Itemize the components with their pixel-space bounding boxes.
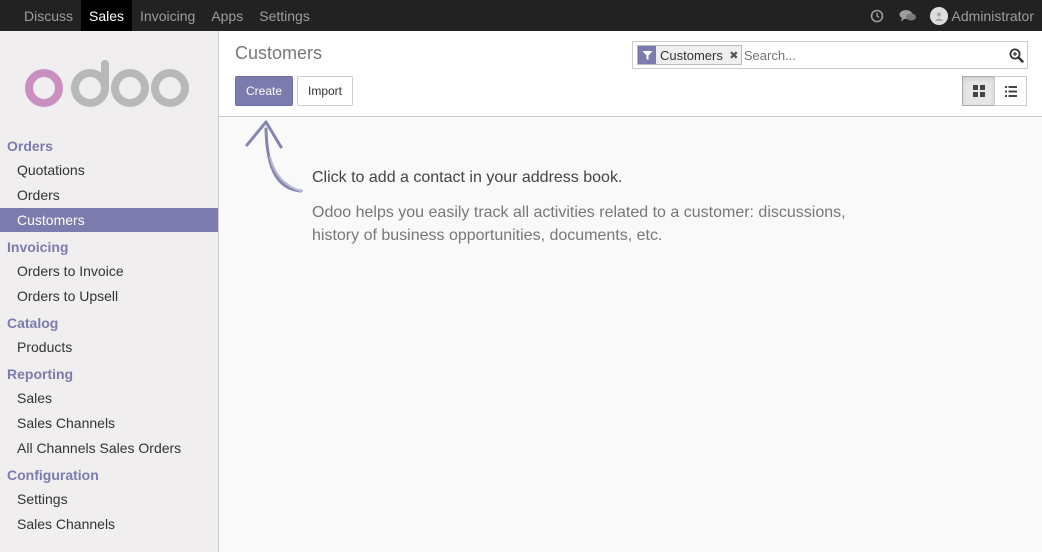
- menu-sales[interactable]: Sales: [81, 0, 133, 31]
- sidebar-section-configuration: Configuration: [7, 467, 99, 483]
- empty-help-title: Click to add a contact in your address b…: [312, 169, 623, 186]
- top-right-menu: Administrator: [862, 0, 1042, 31]
- sidebar-item-config-sales-channels[interactable]: Sales Channels: [0, 512, 218, 536]
- top-navbar: Discuss Sales Invoicing Apps Settings Ad…: [0, 0, 1042, 31]
- search-icon[interactable]: [1005, 44, 1027, 66]
- list-icon: [1004, 85, 1017, 97]
- user-name: Administrator: [951, 7, 1034, 24]
- chat-icon[interactable]: [893, 0, 924, 31]
- sidebar-item-products[interactable]: Products: [0, 335, 218, 359]
- control-panel: Customers Create Import Customers ✖: [219, 31, 1042, 117]
- menu-invoicing[interactable]: Invoicing: [132, 0, 203, 31]
- arrow-up-icon: [245, 120, 303, 193]
- empty-help-text: Odoo helps you easily track all activiti…: [312, 204, 846, 244]
- avatar: [929, 6, 948, 25]
- menu-discuss[interactable]: Discuss: [16, 0, 81, 31]
- sidebar-item-quotations[interactable]: Quotations: [0, 158, 218, 182]
- sidebar-item-orders[interactable]: Orders: [0, 183, 218, 207]
- sidebar-section-reporting: Reporting: [7, 366, 74, 382]
- sidebar-item-orders-to-upsell[interactable]: Orders to Upsell: [0, 284, 218, 308]
- sidebar-section-invoicing: Invoicing: [7, 239, 69, 255]
- odoo-logo-icon: [25, 60, 189, 107]
- sidebar-item-sales[interactable]: Sales: [0, 386, 218, 410]
- create-button[interactable]: Create: [235, 76, 293, 106]
- odoo-logo[interactable]: [0, 31, 218, 131]
- search-facet-value: Customers: [660, 47, 723, 63]
- main-content: Click to add a contact in your address b…: [219, 117, 1042, 552]
- sidebar: Orders Quotations Orders Customers Invoi…: [0, 31, 219, 552]
- sidebar-section-orders: Orders: [7, 138, 53, 154]
- import-button[interactable]: Import: [297, 76, 353, 106]
- top-menu: Discuss Sales Invoicing Apps Settings: [0, 0, 318, 31]
- sidebar-item-sales-channels[interactable]: Sales Channels: [0, 411, 218, 435]
- sidebar-item-orders-to-invoice[interactable]: Orders to Invoice: [0, 259, 218, 283]
- filter-icon: [638, 46, 656, 64]
- sidebar-item-customers[interactable]: Customers: [0, 208, 218, 232]
- sidebar-section-catalog: Catalog: [7, 315, 59, 331]
- search-input[interactable]: [743, 44, 1005, 66]
- kanban-icon: [972, 85, 985, 97]
- search-facet: Customers ✖: [637, 45, 742, 65]
- kanban-view-button[interactable]: [962, 76, 995, 106]
- sidebar-item-all-channels-sales-orders[interactable]: All Channels Sales Orders: [0, 436, 218, 460]
- facet-remove-icon[interactable]: ✖: [727, 49, 741, 62]
- view-switcher: [962, 76, 1027, 106]
- clock-icon[interactable]: [862, 0, 893, 31]
- breadcrumb: Customers: [235, 43, 323, 63]
- sidebar-item-settings[interactable]: Settings: [0, 487, 218, 511]
- menu-settings[interactable]: Settings: [251, 0, 318, 31]
- user-menu[interactable]: Administrator: [924, 6, 1034, 25]
- list-view-button[interactable]: [994, 76, 1027, 106]
- menu-apps[interactable]: Apps: [203, 0, 251, 31]
- search-box: Customers ✖: [632, 41, 1028, 69]
